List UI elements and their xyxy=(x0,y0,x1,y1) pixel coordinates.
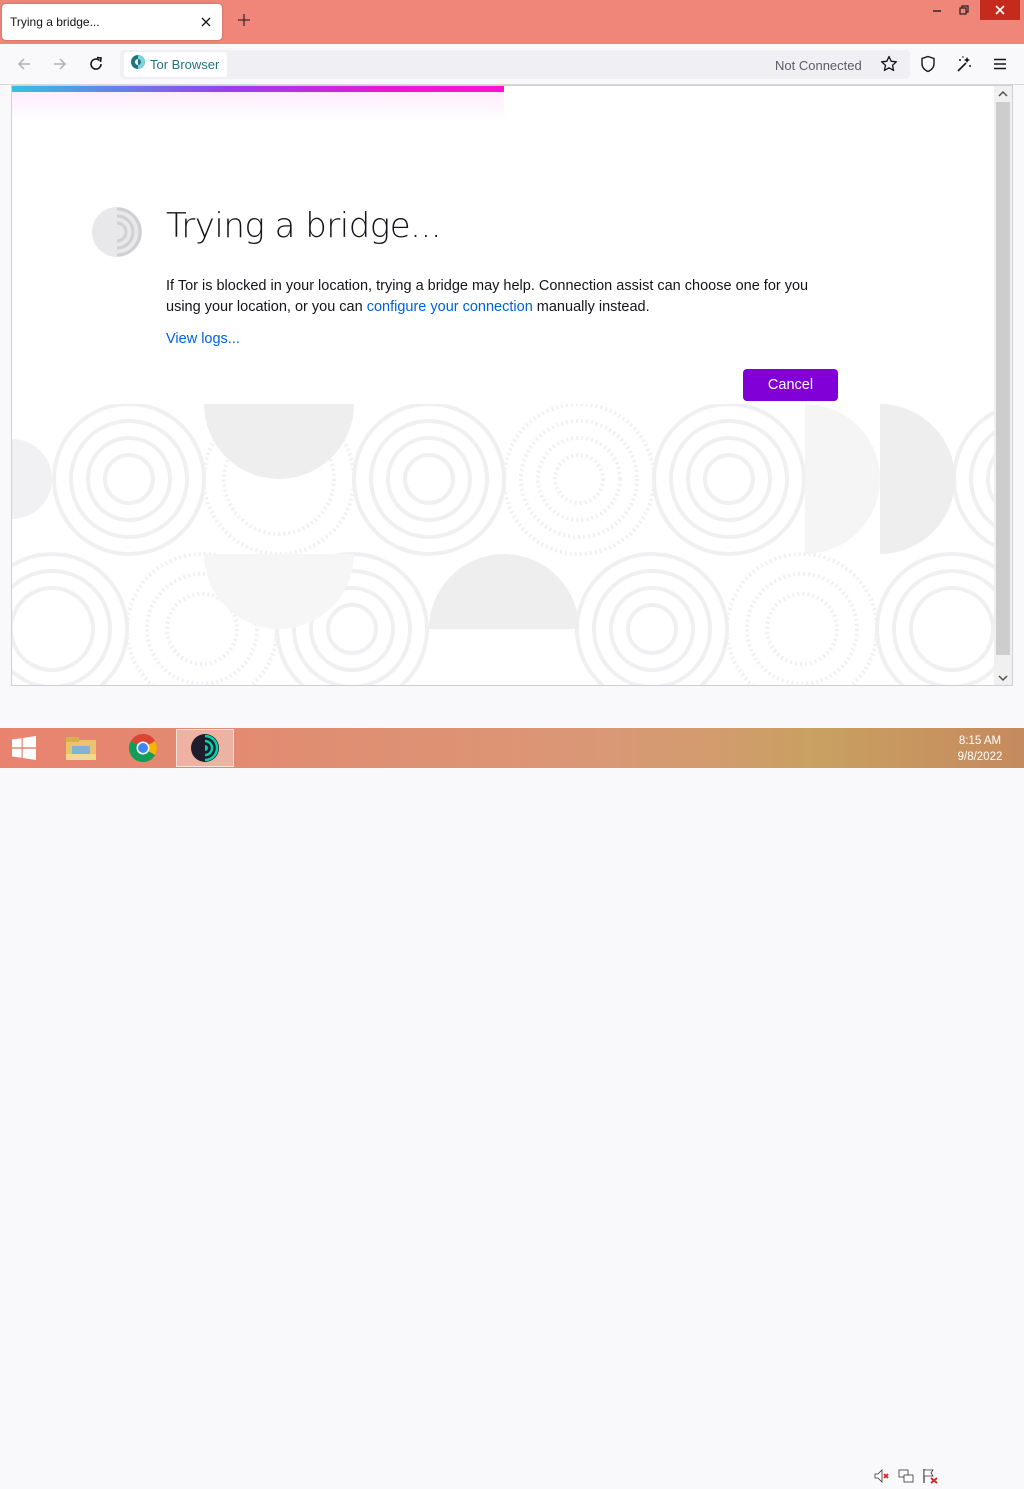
new-identity-icon[interactable] xyxy=(950,50,978,78)
plus-icon xyxy=(237,13,251,32)
configure-connection-link[interactable]: configure your connection xyxy=(367,299,533,315)
tor-onion-icon xyxy=(130,54,146,75)
tab-active[interactable]: Trying a bridge... xyxy=(2,4,222,40)
chrome-icon[interactable] xyxy=(114,729,172,767)
page-description: If Tor is blocked in your location, tryi… xyxy=(166,276,846,318)
forward-icon[interactable] xyxy=(46,50,74,78)
identity-box[interactable]: Tor Browser xyxy=(124,52,228,77)
scrollbar[interactable] xyxy=(994,86,1012,685)
restore-button[interactable] xyxy=(952,0,976,20)
menu-icon[interactable] xyxy=(986,50,1014,78)
reload-icon[interactable] xyxy=(82,50,110,78)
identity-label: Tor Browser xyxy=(150,57,220,72)
tor-onion-icon xyxy=(91,206,143,258)
view-logs-link[interactable]: View logs... xyxy=(166,331,240,347)
scroll-thumb[interactable] xyxy=(996,102,1010,655)
connection-status[interactable]: Not Connected xyxy=(775,58,862,73)
page-content: Trying a bridge... If Tor is blocked in … xyxy=(11,85,1013,686)
scroll-up-icon[interactable] xyxy=(994,86,1012,102)
cancel-button[interactable]: Cancel xyxy=(743,369,838,401)
network-icon[interactable] xyxy=(898,1468,914,1484)
window-close-button[interactable] xyxy=(980,0,1020,20)
tor-browser-icon[interactable] xyxy=(176,729,234,767)
description-text-2: manually instead. xyxy=(532,299,650,315)
scroll-down-icon[interactable] xyxy=(994,670,1012,685)
taskbar: 8:15 AM 9/8/2022 xyxy=(0,728,1024,1484)
clock-date: 9/8/2022 xyxy=(957,751,1003,763)
windows-start-icon[interactable] xyxy=(0,729,48,767)
minimize-button[interactable] xyxy=(922,0,952,20)
clock-time: 8:15 AM xyxy=(958,735,1002,747)
volume-muted-icon[interactable] xyxy=(874,1468,890,1484)
system-clock[interactable]: 8:15 AM 9/8/2022 xyxy=(950,733,1010,765)
navigation-toolbar: Tor Browser xyxy=(0,44,1024,85)
title-bar: Trying a bridge... xyxy=(0,0,1024,44)
star-icon[interactable] xyxy=(875,50,903,78)
background-pattern xyxy=(12,404,996,685)
shield-icon[interactable] xyxy=(914,50,942,78)
progress-glow xyxy=(12,92,504,122)
flag-icon[interactable] xyxy=(922,1468,938,1484)
back-icon[interactable] xyxy=(10,50,38,78)
tab-title: Trying a bridge... xyxy=(10,15,100,29)
new-tab-button[interactable] xyxy=(232,10,256,34)
file-explorer-icon[interactable] xyxy=(52,729,110,767)
close-icon[interactable] xyxy=(194,10,218,34)
page-title: Trying a bridge... xyxy=(166,206,442,246)
